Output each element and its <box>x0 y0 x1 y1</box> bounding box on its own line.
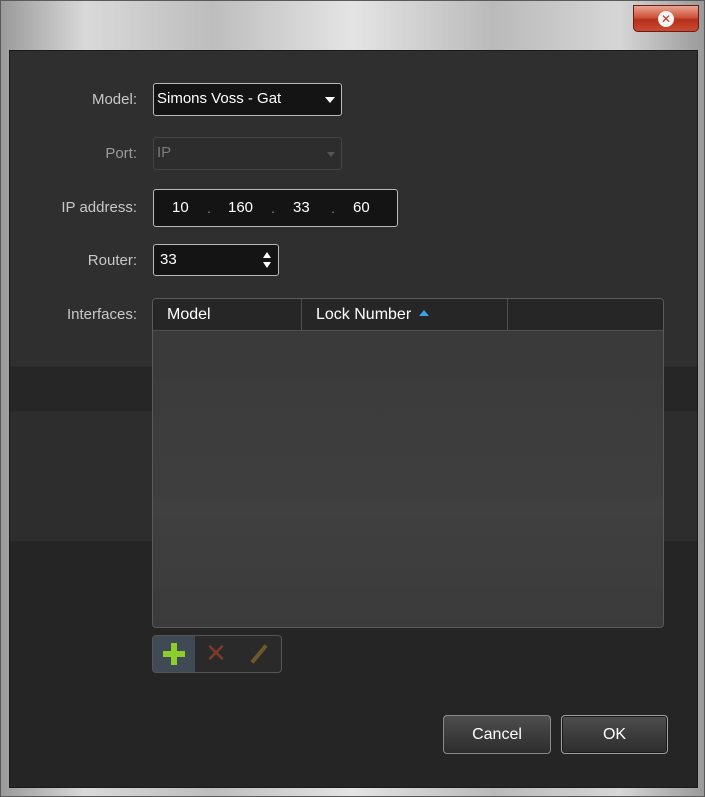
ip-separator: . <box>271 200 275 216</box>
interfaces-toolbar: ✕ <box>152 635 282 673</box>
ip-octet-3[interactable]: 33 <box>293 199 310 216</box>
ip-address-label: IP address: <box>61 199 137 216</box>
model-value: Simons Voss - Gat <box>157 90 282 107</box>
delete-icon: ✕ <box>205 639 227 669</box>
router-spinner[interactable]: 33 <box>153 244 279 276</box>
ip-octet-1[interactable]: 10 <box>172 199 189 216</box>
close-icon: ✕ <box>658 10 674 27</box>
port-value: IP <box>157 144 172 161</box>
ok-button[interactable]: OK <box>561 715 668 754</box>
column-header-lock-number[interactable]: Lock Number <box>302 299 508 331</box>
sort-ascending-icon <box>419 310 430 316</box>
interfaces-label: Interfaces: <box>66 306 137 323</box>
plus-icon-bar <box>163 651 185 657</box>
chevron-down-icon <box>327 152 335 157</box>
add-interface-button[interactable] <box>153 636 195 672</box>
column-header-label: Lock Number <box>316 306 412 323</box>
model-dropdown[interactable]: Simons Voss - Gat <box>153 83 342 116</box>
close-button[interactable]: ✕ <box>633 5 699 32</box>
column-header-model[interactable]: Model <box>153 299 302 331</box>
column-header-empty[interactable] <box>508 299 663 331</box>
spin-down-icon[interactable] <box>263 262 271 268</box>
dialog-content: Model: Simons Voss - Gat Port: IP IP add… <box>9 50 698 788</box>
edit-icon <box>250 644 268 664</box>
dialog-window: ✕ Model: Simons Voss - Gat Port: IP IP a… <box>0 0 705 797</box>
table-header: Model Lock Number <box>153 299 663 331</box>
ip-address-input[interactable]: 10 . 160 . 33 . 60 <box>153 189 398 227</box>
interfaces-table[interactable]: Model Lock Number <box>152 298 664 628</box>
port-dropdown: IP <box>153 137 342 170</box>
spin-up-icon[interactable] <box>263 252 271 258</box>
cancel-button[interactable]: Cancel <box>443 715 551 754</box>
chevron-down-icon <box>325 97 335 103</box>
edit-interface-button[interactable] <box>237 636 279 672</box>
router-value: 33 <box>160 251 177 268</box>
ip-separator: . <box>207 200 211 216</box>
router-label: Router: <box>87 252 137 269</box>
port-label: Port: <box>105 145 137 162</box>
model-label: Model: <box>91 91 137 108</box>
ip-octet-4[interactable]: 60 <box>353 199 370 216</box>
ip-octet-2[interactable]: 160 <box>228 199 253 216</box>
ip-separator: . <box>331 200 335 216</box>
column-header-label: Model <box>167 306 211 323</box>
delete-interface-button[interactable]: ✕ <box>195 636 237 672</box>
